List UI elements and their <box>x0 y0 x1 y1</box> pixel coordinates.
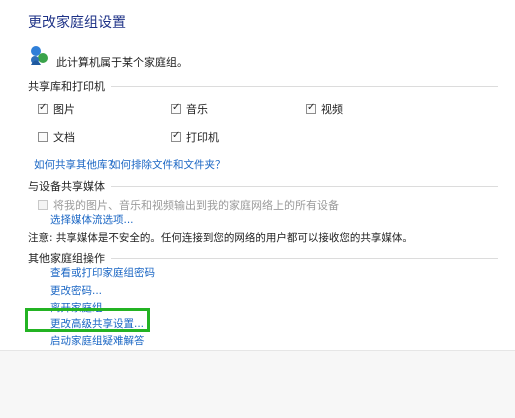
media-header-label: 与设备共享媒体 <box>28 180 105 193</box>
checkbox-music-label: 音乐 <box>186 103 208 116</box>
checkbox-music-box[interactable] <box>171 102 181 114</box>
other-header-divider <box>111 257 498 259</box>
other-header-label: 其他家庭组操作 <box>28 252 105 265</box>
sharing-section-header: 共享库和打印机 <box>28 78 498 94</box>
other-section-header: 其他家庭组操作 <box>28 250 498 266</box>
homegroup-icon <box>31 46 48 65</box>
link-view-print-password[interactable]: 查看或打印家庭组密码 <box>50 265 155 280</box>
link-exclude-files[interactable]: 如何排除文件和文件夹？ <box>110 157 226 172</box>
sharing-header-divider <box>111 85 498 87</box>
checkbox-pictures[interactable]: 图片 <box>38 101 75 117</box>
checkbox-pictures-box[interactable] <box>38 102 48 114</box>
checkbox-printers-label: 打印机 <box>186 131 219 144</box>
link-share-other-libraries[interactable]: 如何共享其他库？ <box>34 157 118 172</box>
checkbox-documents-box[interactable] <box>38 132 48 142</box>
link-media-streaming-options[interactable]: 选择媒体流选项... <box>50 212 134 227</box>
page-title: 更改家庭组设置 <box>28 15 126 31</box>
checkbox-documents[interactable]: 文档 <box>38 129 75 145</box>
checkbox-documents-label: 文档 <box>53 131 75 144</box>
bottom-bar <box>0 350 515 418</box>
media-section-header: 与设备共享媒体 <box>28 178 498 194</box>
sharing-header-label: 共享库和打印机 <box>28 80 105 93</box>
highlight-box <box>25 308 150 332</box>
checkbox-videos-label: 视频 <box>321 103 343 116</box>
link-homegroup-troubleshooter[interactable]: 启动家庭组疑难解答 <box>50 333 145 348</box>
homegroup-intro-text: 此计算机属于某个家庭组。 <box>56 56 188 69</box>
media-header-divider <box>111 185 498 187</box>
checkbox-stream-media[interactable]: 将我的图片、音乐和视频输出到我的家庭网络上的所有设备 <box>38 197 339 213</box>
checkbox-videos[interactable]: 视频 <box>306 101 343 117</box>
checkbox-stream-media-label: 将我的图片、音乐和视频输出到我的家庭网络上的所有设备 <box>53 199 339 212</box>
link-change-password[interactable]: 更改密码... <box>50 283 102 298</box>
media-security-note: 注意: 共享媒体是不安全的。任何连接到您的网络的用户都可以接收您的共享媒体。 <box>28 232 413 244</box>
checkbox-videos-box[interactable] <box>306 102 316 114</box>
checkbox-printers[interactable]: 打印机 <box>171 129 219 145</box>
checkbox-printers-box[interactable] <box>171 130 181 142</box>
checkbox-music[interactable]: 音乐 <box>171 101 208 117</box>
checkbox-pictures-label: 图片 <box>53 103 75 116</box>
checkbox-stream-media-box[interactable] <box>38 200 48 210</box>
